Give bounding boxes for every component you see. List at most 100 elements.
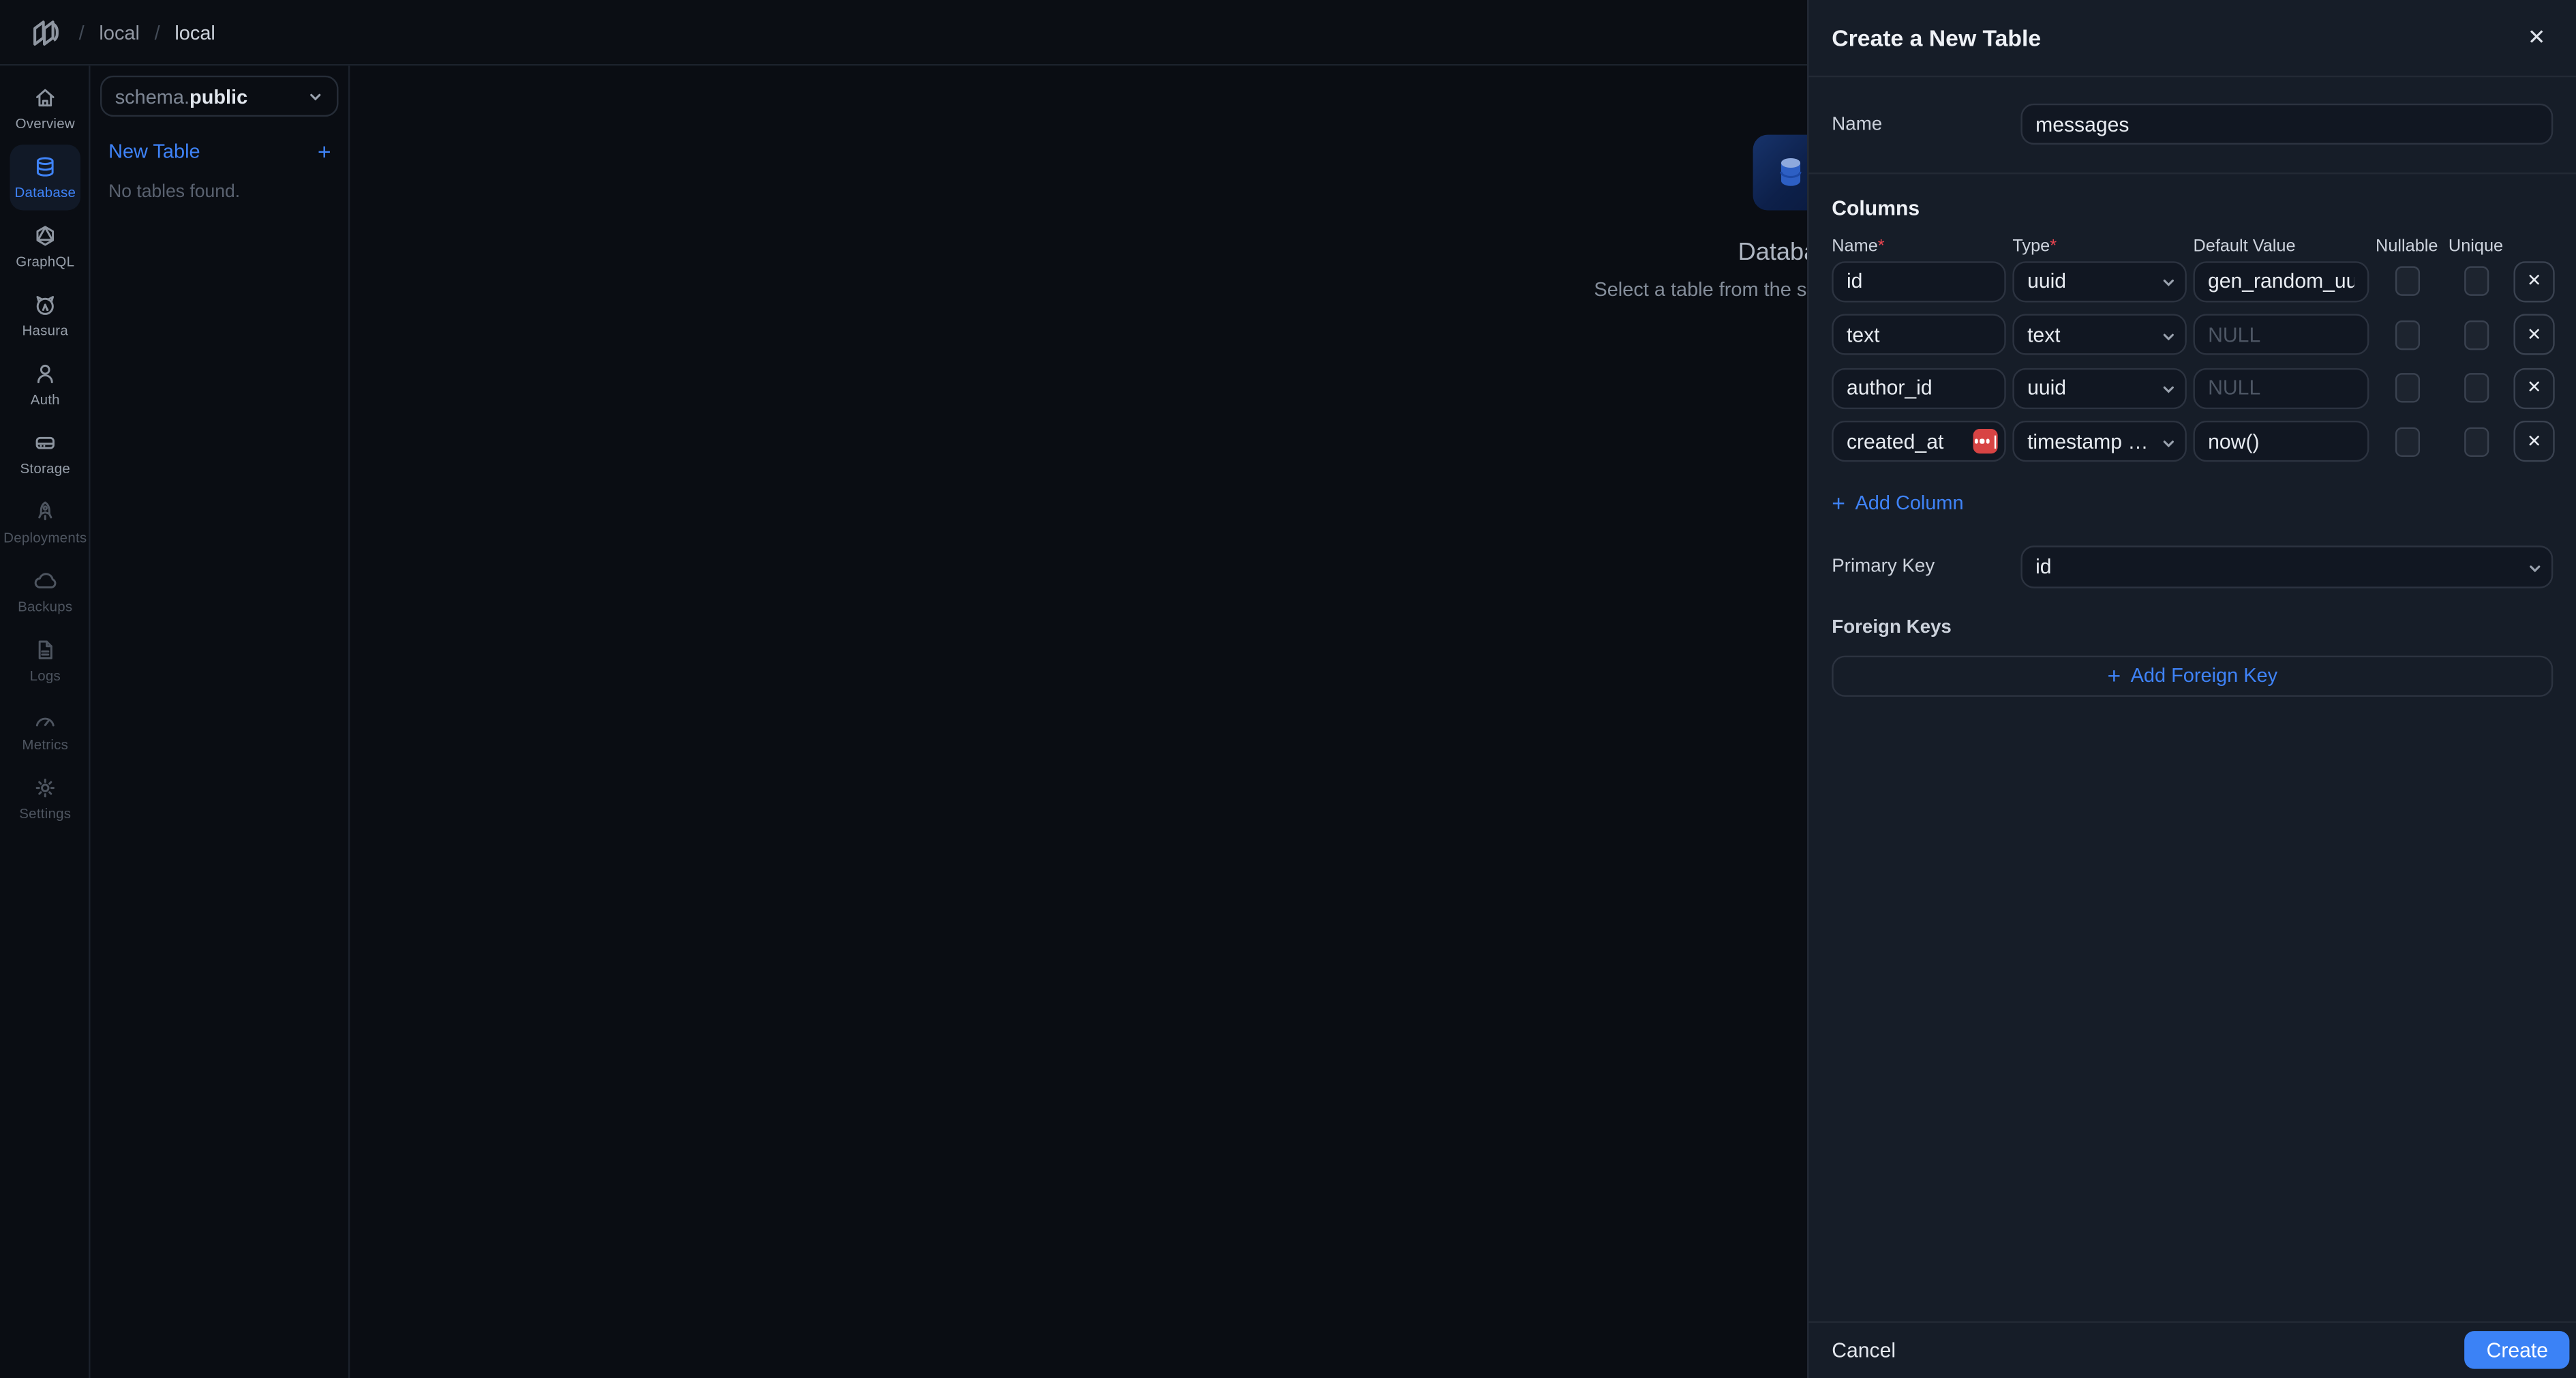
sidebar-item-metrics: Metrics <box>10 697 80 762</box>
close-icon[interactable]: ✕ <box>2520 21 2553 54</box>
nullable-checkbox[interactable] <box>2395 373 2419 402</box>
sidebar-item-label: Database <box>14 184 76 200</box>
chevron-down-icon <box>2160 328 2177 344</box>
dialog-body: Name Columns Name* Type* Default Value N… <box>1809 77 2576 1321</box>
sidebar-item-auth[interactable]: Auth <box>10 352 80 417</box>
sidebar-item-storage[interactable]: Storage <box>10 421 80 486</box>
add-column-button[interactable]: + Add Column <box>1832 490 1963 513</box>
unique-cell <box>2444 266 2507 295</box>
table-name-row: Name <box>1832 104 2553 145</box>
plus-icon: + <box>318 143 331 160</box>
sidebar-item-label: Overview <box>16 115 75 132</box>
column-default-input[interactable] <box>2193 314 2369 355</box>
sidebar-item-label: Settings <box>19 805 71 822</box>
nhost-logo-icon[interactable] <box>28 14 64 50</box>
column-type-select[interactable]: uuid <box>2012 368 2186 408</box>
chevron-down-icon <box>2527 560 2543 576</box>
column-type-select[interactable]: text <box>2012 314 2186 355</box>
sidebar-item-label: Logs <box>30 668 61 684</box>
nullable-checkbox[interactable] <box>2395 266 2419 295</box>
column-default-input[interactable] <box>2193 421 2369 462</box>
file-icon <box>33 638 57 662</box>
breadcrumb-separator: / <box>155 20 160 44</box>
nullable-cell <box>2376 266 2438 295</box>
storage-icon <box>33 430 57 455</box>
cancel-button[interactable]: Cancel <box>1832 1339 1896 1362</box>
column-rows: uuid ✕ text ✕ uuid ✕ timestamp with time zone ✕ <box>1832 260 2553 462</box>
chevron-down-icon <box>2160 274 2177 290</box>
plus-icon: + <box>1832 494 1845 510</box>
sidebar-item-overview[interactable]: Overview <box>10 76 80 141</box>
breadcrumb-workspace[interactable]: local <box>99 20 139 44</box>
sidebar-item-label: GraphQL <box>16 253 74 269</box>
sidebar-item-hasura[interactable]: Hasura <box>10 283 80 348</box>
new-table-label: New Table <box>108 140 200 163</box>
column-row-id: uuid ✕ <box>1832 260 2553 301</box>
sidebar-item-settings: Settings <box>10 766 80 831</box>
column-row-created_at: timestamp with time zone ✕ <box>1832 421 2553 462</box>
table-name-label: Name <box>1832 115 2020 134</box>
unique-checkbox[interactable] <box>2464 266 2488 295</box>
add-foreign-key-label: Add Foreign Key <box>2131 664 2277 687</box>
schema-name: public <box>190 85 247 108</box>
nullable-cell <box>2376 320 2438 349</box>
unique-checkbox[interactable] <box>2464 320 2488 349</box>
plus-icon: + <box>2107 668 2121 684</box>
sidebar-item-label: Backups <box>18 598 72 614</box>
password-manager-autofill-icon[interactable] <box>1973 429 1998 453</box>
column-default-input[interactable] <box>2193 368 2369 408</box>
column-default-input[interactable] <box>2193 260 2369 301</box>
sidebar-item-label: Metrics <box>22 736 68 753</box>
tables-panel: schema.public New Table + No tables foun… <box>91 65 350 1377</box>
column-header-unique: Unique <box>2444 236 2507 256</box>
chevron-down-icon <box>2160 434 2177 451</box>
database-icon <box>33 155 57 179</box>
remove-column-button[interactable]: ✕ <box>2513 314 2554 355</box>
breadcrumb-project[interactable]: local <box>175 20 215 44</box>
new-table-button[interactable]: New Table + <box>108 140 331 163</box>
sidebar-item-label: Storage <box>20 460 70 477</box>
create-button[interactable]: Create <box>2465 1332 2569 1369</box>
nullable-checkbox[interactable] <box>2395 320 2419 349</box>
home-icon <box>33 85 57 110</box>
dialog-header: Create a New Table ✕ <box>1809 0 2576 77</box>
column-type-select[interactable]: timestamp with time zone <box>2012 421 2186 462</box>
sidebar-item-backups: Backups <box>10 558 80 624</box>
remove-column-button[interactable]: ✕ <box>2513 260 2554 301</box>
table-name-input[interactable] <box>2020 104 2553 145</box>
column-type-select[interactable]: uuid <box>2012 260 2186 301</box>
gauge-icon <box>33 706 57 731</box>
dialog-footer: Cancel Create <box>1809 1321 2576 1378</box>
unique-checkbox[interactable] <box>2464 373 2488 402</box>
icon-sidebar: Overview Database GraphQL Hasura Auth Storage… <box>0 65 91 1377</box>
section-divider <box>1809 172 2576 173</box>
create-table-dialog: Create a New Table ✕ Name Columns Name* … <box>1807 0 2576 1378</box>
columns-section-title: Columns <box>1832 196 2553 220</box>
sidebar-item-label: Auth <box>31 391 60 408</box>
column-name-input[interactable] <box>1832 260 2005 301</box>
unique-checkbox[interactable] <box>2464 426 2488 455</box>
nullable-cell <box>2376 373 2438 402</box>
app-root: / local / local OverviewDatabaseGraphQLH… <box>0 0 2576 1378</box>
chevron-down-icon <box>307 88 324 104</box>
cloud-icon <box>33 569 57 593</box>
remove-column-button[interactable]: ✕ <box>2513 368 2554 408</box>
primary-key-select[interactable]: id <box>2020 545 2553 588</box>
sidebar-item-database[interactable]: Database <box>10 145 80 210</box>
schema-select[interactable]: schema.public <box>100 76 338 117</box>
foreign-keys-label: Foreign Keys <box>1832 617 2553 637</box>
primary-key-label: Primary Key <box>1832 556 2020 576</box>
user-icon <box>33 361 57 386</box>
rocket-icon <box>33 500 57 524</box>
remove-column-button[interactable]: ✕ <box>2513 421 2554 462</box>
column-header-type: Type* <box>2012 236 2186 256</box>
sidebar-item-deployments: Deployments <box>10 490 80 555</box>
column-name-input[interactable] <box>1832 314 2005 355</box>
column-header-name: Name* <box>1832 236 2005 256</box>
column-name-input[interactable] <box>1832 368 2005 408</box>
add-foreign-key-button[interactable]: + Add Foreign Key <box>1832 655 2553 695</box>
sidebar-item-graphql[interactable]: GraphQL <box>10 213 80 279</box>
no-tables-text: No tables found. <box>108 183 329 203</box>
dialog-title: Create a New Table <box>1832 25 2041 51</box>
nullable-checkbox[interactable] <box>2395 426 2419 455</box>
